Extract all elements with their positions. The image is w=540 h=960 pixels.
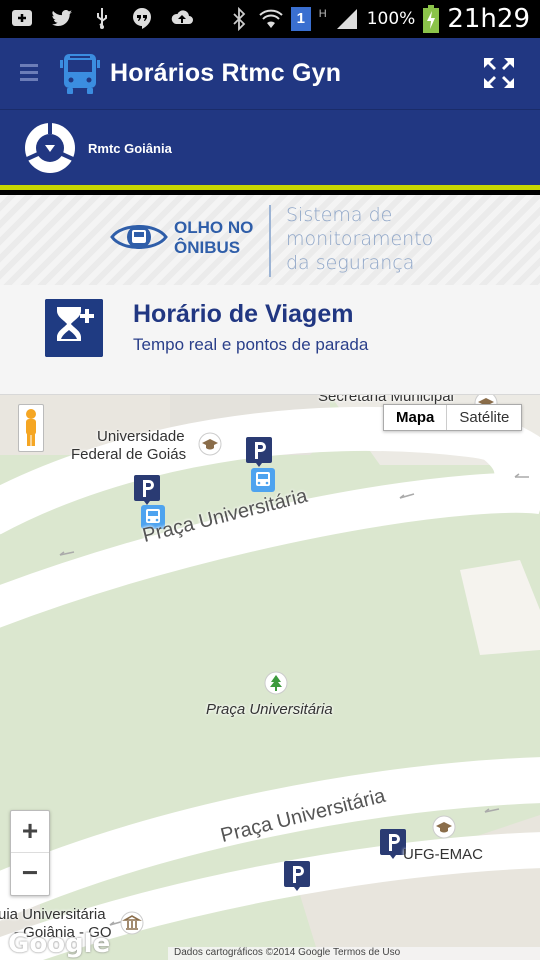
hangouts-icon — [133, 8, 151, 29]
app-title: Horários Rtmc Gyn — [110, 59, 342, 87]
bus-logo-icon[interactable] — [56, 50, 104, 98]
park-tree-icon[interactable] — [264, 671, 288, 695]
brand-line-2: ÔNIBUS — [174, 238, 241, 257]
google-logo[interactable]: Google — [8, 929, 110, 959]
parking-marker-2[interactable] — [134, 475, 160, 505]
map-type-toggle[interactable]: Mapa Satélite — [383, 404, 523, 431]
add-notification-icon — [12, 10, 32, 26]
label-park: Praça Universitária — [206, 701, 333, 718]
zoom-controls: + − — [10, 810, 50, 896]
usb-icon — [97, 8, 107, 29]
eye-bus-icon — [110, 225, 168, 249]
map-type-satellite[interactable]: Satélite — [447, 405, 521, 430]
landmark-icon[interactable] — [120, 911, 144, 935]
brand-text: OLHO NO ÔNIBUS — [174, 218, 253, 258]
battery-percent: 100% — [366, 9, 416, 29]
battery-charging-icon — [423, 5, 440, 33]
label-ufg-emac: UFG-EMAC — [403, 846, 483, 863]
label-ufg-line1: Universidade — [97, 428, 185, 445]
fullscreen-icon[interactable] — [482, 56, 516, 90]
operator-name: Rmtc Goiânia — [88, 141, 172, 156]
tagline: Sistema de monitoramento da segurança — [286, 203, 433, 275]
notification-icons — [10, 6, 194, 30]
system-status: 1 H 100% 21h29 — [227, 4, 530, 34]
zoom-out-button[interactable]: − — [11, 853, 49, 895]
zoom-in-button[interactable]: + — [11, 811, 49, 853]
signal-icon — [336, 9, 357, 29]
parking-marker-1[interactable] — [246, 437, 272, 467]
section-subheading: Tempo real e pontos de parada — [133, 335, 369, 354]
label-bottom-left-1: uia Universitária — [0, 906, 106, 923]
tagline-line-2: monitoramento — [286, 228, 434, 250]
wifi-icon — [259, 9, 283, 28]
olho-no-onibus-banner[interactable]: OLHO NO ÔNIBUS Sistema de monitoramento … — [0, 195, 540, 285]
parking-marker-4[interactable] — [284, 861, 310, 891]
map-type-map[interactable]: Mapa — [384, 405, 448, 430]
banner-divider — [269, 205, 271, 277]
university-icon-2[interactable] — [432, 815, 456, 839]
rmtc-logo-icon — [25, 123, 75, 173]
map-view[interactable]: Secretaria Municipal Universidade Federa… — [0, 395, 540, 960]
operator-bar: Rmtc Goiânia — [0, 110, 540, 190]
network-type: H — [318, 8, 327, 20]
app-bar: Horários Rtmc Gyn — [0, 38, 540, 110]
hourglass-add-icon — [45, 299, 103, 357]
notification-badge: 1 — [290, 7, 311, 31]
upload-cloud-icon — [171, 10, 193, 24]
section-heading: Horário de Viagem — [133, 300, 354, 328]
label-ufg-line2: Federal de Goiás — [71, 446, 187, 463]
brand-line-1: OLHO NO — [174, 218, 254, 237]
map-attribution[interactable]: Dados cartográficos ©2014 Google Termos … — [168, 947, 540, 960]
tagline-line-3: da segurança — [286, 252, 415, 274]
university-icon[interactable] — [198, 432, 222, 456]
clock: 21h29 — [447, 4, 530, 34]
trip-schedule-section[interactable]: Horário de Viagem Tempo real e pontos de… — [0, 285, 540, 395]
bluetooth-icon — [233, 7, 246, 31]
tagline-line-1: Sistema de — [286, 204, 393, 226]
status-bar: 1 H 100% 21h29 — [0, 0, 540, 38]
drawer-menu-icon[interactable] — [20, 64, 38, 85]
street-view-pegman-icon[interactable] — [18, 404, 44, 452]
bus-stop-marker-1[interactable] — [251, 468, 275, 492]
twitter-icon — [52, 9, 72, 27]
